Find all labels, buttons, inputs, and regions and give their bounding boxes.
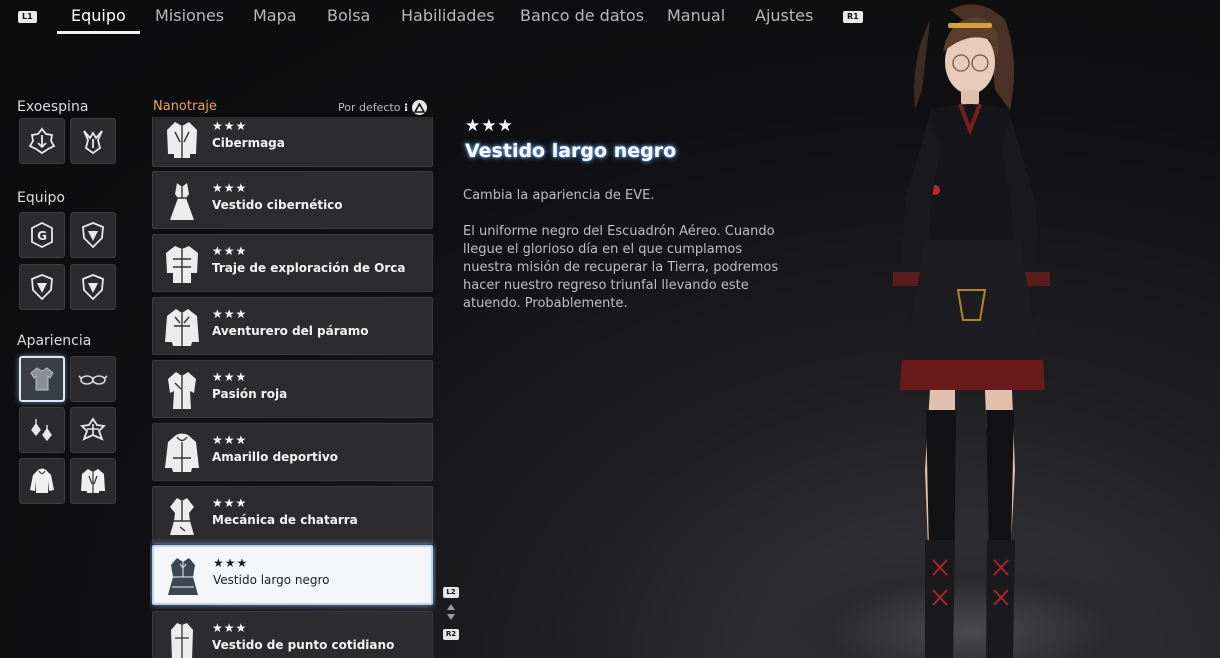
outfit-icon <box>30 367 54 391</box>
tab-mapa[interactable]: Mapa <box>253 6 297 34</box>
outfit-thumbnail-icon <box>168 558 198 595</box>
appearance-earrings-slot[interactable] <box>19 407 65 453</box>
character-model <box>893 4 1050 658</box>
scroll-arrows-icon <box>443 602 459 626</box>
sort-selector[interactable]: Por defecto ⁝ <box>338 101 408 114</box>
tab-ajustes[interactable]: Ajustes <box>755 6 813 34</box>
outfit-name: Cibermaga <box>212 136 285 150</box>
sort-menu-icon: ⁝ <box>403 101 409 114</box>
outfit-name: Aventurero del páramo <box>212 324 369 338</box>
outfit-thumbnail-icon <box>165 433 199 472</box>
exospine-core-icon <box>28 127 56 155</box>
tab-misiones[interactable]: Misiones <box>155 6 224 34</box>
list-item[interactable]: ★★★ Mecánica de chatarra <box>152 486 433 544</box>
outfit-name: Mecánica de chatarra <box>212 513 358 527</box>
outfit-name: Amarillo deportivo <box>212 450 338 464</box>
rarity-stars: ★★★ <box>212 119 248 133</box>
rarity-stars: ★★★ <box>213 556 249 570</box>
detail-rarity-stars: ★★★ <box>465 116 514 136</box>
list-category-title: Nanotraje <box>153 99 217 114</box>
rarity-stars: ★★★ <box>212 621 248 635</box>
appearance-outfit-slot[interactable] <box>19 356 65 402</box>
outfit-thumbnail-icon <box>167 122 197 158</box>
l2-button-icon[interactable]: L2 <box>443 587 459 598</box>
gear-slot-4[interactable] <box>70 264 116 310</box>
sort-label: Por defecto <box>338 101 401 114</box>
outfit-thumbnail-icon <box>171 623 193 658</box>
tab-habilidades[interactable]: Habilidades <box>401 6 495 34</box>
gear-slot-2[interactable] <box>70 212 116 258</box>
list-item[interactable]: ★★★ Vestido cibernético <box>152 171 433 229</box>
detail-title: Vestido largo negro <box>465 140 677 162</box>
tab-manual[interactable]: Manual <box>667 6 725 34</box>
exospine-slot-1[interactable] <box>19 118 65 164</box>
outfit-thumbnail-icon <box>165 309 199 346</box>
gear-g-icon: G <box>31 221 53 249</box>
rarity-stars: ★★★ <box>212 307 248 321</box>
rarity-stars: ★★★ <box>212 244 248 258</box>
outfit-thumbnail-icon <box>170 498 194 535</box>
rarity-stars: ★★★ <box>212 496 248 510</box>
rarity-stars: ★★★ <box>212 433 248 447</box>
shield-gear-icon <box>82 274 104 301</box>
list-item[interactable]: ★★★ Cibermaga <box>152 117 433 167</box>
appearance-hoodie-slot[interactable] <box>19 458 65 504</box>
r2-button-icon[interactable]: R2 <box>443 629 459 640</box>
hair-ornament-icon <box>80 417 106 441</box>
outfit-name: Vestido largo negro <box>213 573 330 587</box>
list-item[interactable]: ★★★ Amarillo deportivo <box>152 423 433 481</box>
appearance-jacket-slot[interactable] <box>70 458 116 504</box>
exospine-claw-icon <box>83 130 103 155</box>
shield-gear-icon <box>31 274 53 301</box>
outfit-name: Vestido de punto cotidiano <box>212 638 395 652</box>
appearance-label: Apariencia <box>17 333 92 349</box>
outfit-name: Pasión roja <box>212 387 288 401</box>
triangle-button-icon[interactable] <box>412 100 427 115</box>
exospine-slot-2[interactable] <box>70 118 116 164</box>
detail-effect: Cambia la apariencia de EVE. <box>463 188 655 203</box>
jacket-icon <box>81 469 105 493</box>
glasses-icon <box>78 375 108 385</box>
equipment-label: Equipo <box>17 190 65 206</box>
shield-gear-icon <box>82 222 104 249</box>
list-item-selected[interactable]: ★★★ Vestido largo negro <box>152 545 433 605</box>
tab-banco-de-datos[interactable]: Banco de datos <box>520 6 644 34</box>
outfit-name: Traje de exploración de Orca <box>212 261 406 275</box>
exospine-label: Exoespina <box>17 99 89 115</box>
outfit-thumbnail-icon <box>166 246 198 283</box>
detail-description: El uniforme negro del Escuadrón Aéreo. C… <box>463 224 779 311</box>
rarity-stars: ★★★ <box>212 181 248 195</box>
l1-button-icon[interactable]: L1 <box>18 11 37 23</box>
gear-slot-3[interactable] <box>19 264 65 310</box>
appearance-glasses-slot[interactable] <box>70 356 116 402</box>
earrings-icon <box>31 419 52 442</box>
list-item[interactable]: ★★★ Traje de exploración de Orca <box>152 234 433 292</box>
appearance-hair-ornament-slot[interactable] <box>70 407 116 453</box>
list-item[interactable]: ★★★ Aventurero del páramo <box>152 297 433 355</box>
svg-text:G: G <box>37 229 47 243</box>
outfit-name: Vestido cibernético <box>212 198 343 212</box>
gear-slot-1[interactable]: G <box>19 212 65 258</box>
outfit-thumbnail-icon <box>170 183 194 220</box>
tab-equipo[interactable]: Equipo <box>57 6 140 34</box>
hoodie-icon <box>30 468 54 493</box>
list-item[interactable]: ★★★ Pasión roja <box>152 360 433 418</box>
list-item[interactable]: ★★★ Vestido de punto cotidiano <box>152 611 433 658</box>
outfit-list: ★★★ Cibermaga ★★★ Vestido cibernético ★★… <box>150 117 436 658</box>
outfit-thumbnail-icon <box>168 372 196 409</box>
tab-bolsa[interactable]: Bolsa <box>327 6 370 34</box>
rarity-stars: ★★★ <box>212 370 248 384</box>
